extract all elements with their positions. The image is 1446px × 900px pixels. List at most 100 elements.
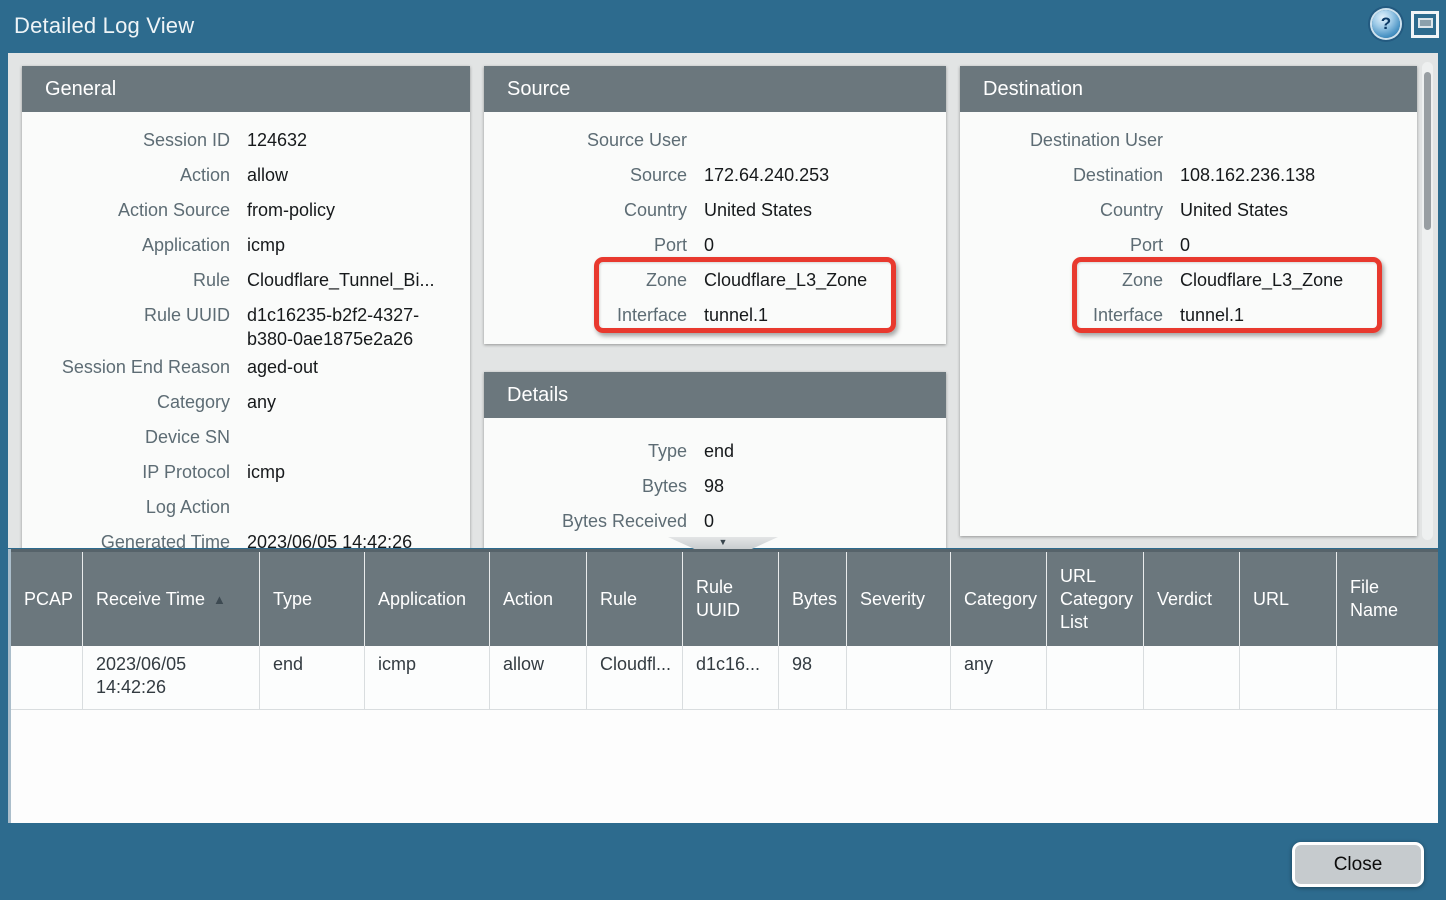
field-label: Destination User <box>960 128 1163 152</box>
column-header-label: Severity <box>860 588 925 611</box>
field-label: Application <box>22 233 230 257</box>
field-label: Country <box>960 198 1163 222</box>
field-row-application: Application icmp <box>22 229 470 264</box>
field-label: Log Action <box>22 495 230 519</box>
panel-source: Source Source User Source 172.64.240.253… <box>484 66 946 344</box>
field-row-source-user: Source User <box>484 124 946 159</box>
field-value: any <box>247 390 470 414</box>
field-value: aged-out <box>247 355 470 379</box>
column-header-label: Category <box>964 588 1037 611</box>
column-header-rule[interactable]: Rule <box>587 552 683 646</box>
column-header-file-name[interactable]: File Name <box>1337 552 1438 646</box>
panel-destination-header: Destination <box>960 66 1417 112</box>
help-glyph: ? <box>1381 14 1391 34</box>
detail-panels-area: General Session ID 124632 Action allow A… <box>8 53 1438 548</box>
column-header-url-category-list[interactable]: URL Category List <box>1047 552 1144 646</box>
column-header-label: PCAP <box>24 588 73 611</box>
field-row-category: Category any <box>22 386 470 421</box>
cell-rule-uuid: d1c16... <box>683 646 779 710</box>
column-header-pcap[interactable]: PCAP <box>11 552 83 646</box>
vertical-scrollbar[interactable] <box>1422 62 1433 540</box>
field-row-bytes-received: Bytes Received 0 <box>484 505 946 540</box>
column-header-label: File Name <box>1350 576 1432 622</box>
field-label: Interface <box>484 303 687 327</box>
field-label: Country <box>484 198 687 222</box>
cell-action: allow <box>490 646 587 710</box>
column-header-label: Action <box>503 588 553 611</box>
field-label: Session ID <box>22 128 230 152</box>
panel-general-title: General <box>45 78 116 101</box>
panel-source-title: Source <box>507 78 570 101</box>
cell-rule: Cloudfl... <box>587 646 683 710</box>
field-label: Type <box>484 439 687 463</box>
column-header-verdict[interactable]: Verdict <box>1144 552 1240 646</box>
field-label: Zone <box>960 268 1163 292</box>
field-row-zone: Zone Cloudflare_L3_Zone <box>960 264 1417 299</box>
field-value: d1c16235-b2f2-4327-b380-0ae1875e2a26 <box>247 303 455 351</box>
field-row-country: Country United States <box>960 194 1417 229</box>
column-header-application[interactable]: Application <box>365 552 490 646</box>
column-header-label: Application <box>378 588 466 611</box>
field-row-ip-protocol: IP Protocol icmp <box>22 456 470 491</box>
field-row-zone: Zone Cloudflare_L3_Zone <box>484 264 946 299</box>
column-header-category[interactable]: Category <box>951 552 1047 646</box>
field-value: icmp <box>247 233 470 257</box>
cell-pcap <box>11 646 83 710</box>
field-value: Cloudflare_L3_Zone <box>704 268 946 292</box>
field-row-interface: Interface tunnel.1 <box>484 299 946 334</box>
field-row-destination: Destination 108.162.236.138 <box>960 159 1417 194</box>
field-label: Rule UUID <box>22 303 230 327</box>
close-button[interactable]: Close <box>1292 842 1424 887</box>
column-header-severity[interactable]: Severity <box>847 552 951 646</box>
field-value: 124632 <box>247 128 470 152</box>
cell-category: any <box>951 646 1047 710</box>
field-value: tunnel.1 <box>1180 303 1417 327</box>
cell-verdict <box>1144 646 1240 710</box>
column-header-url[interactable]: URL <box>1240 552 1337 646</box>
column-header-receive-time[interactable]: Receive Time ▲ <box>83 552 260 646</box>
panel-general: General Session ID 124632 Action allow A… <box>22 66 470 548</box>
column-header-label: Bytes <box>792 588 837 611</box>
field-label: Source <box>484 163 687 187</box>
field-label: Destination <box>960 163 1163 187</box>
field-value: from-policy <box>247 198 470 222</box>
field-label: Rule <box>22 268 230 292</box>
dialog-title: Detailed Log View <box>14 13 194 39</box>
table-row[interactable]: 2023/06/05 14:42:26 end icmp allow Cloud… <box>11 646 1438 710</box>
column-header-label: Verdict <box>1157 588 1212 611</box>
column-header-action[interactable]: Action <box>490 552 587 646</box>
field-row-rule-uuid: Rule UUID d1c16235-b2f2-4327-b380-0ae187… <box>22 299 470 351</box>
cell-bytes: 98 <box>779 646 847 710</box>
panel-details-header: Details <box>484 372 946 418</box>
column-header-label: Rule UUID <box>696 576 772 622</box>
field-row-port: Port 0 <box>960 229 1417 264</box>
field-label: Session End Reason <box>22 355 230 379</box>
vertical-scrollbar-thumb[interactable] <box>1424 72 1431 230</box>
cell-receive-time: 2023/06/05 14:42:26 <box>83 646 260 710</box>
field-value: 98 <box>704 474 946 498</box>
field-label: Generated Time <box>22 530 230 548</box>
panel-details-body: Type end Bytes 98 Bytes Received 0 <box>484 418 946 540</box>
window-maximize-icon[interactable] <box>1411 11 1439 38</box>
panel-destination-title: Destination <box>983 78 1083 101</box>
column-header-label: URL <box>1253 588 1289 611</box>
field-value: end <box>704 439 946 463</box>
field-value: 0 <box>704 233 946 257</box>
field-row-device-sn: Device SN <box>22 421 470 456</box>
field-label: Port <box>960 233 1163 257</box>
field-row-session-end-reason: Session End Reason aged-out <box>22 351 470 386</box>
field-value: Cloudflare_L3_Zone <box>1180 268 1417 292</box>
column-header-bytes[interactable]: Bytes <box>779 552 847 646</box>
window-maximize-icon-inner <box>1418 18 1433 28</box>
field-row-country: Country United States <box>484 194 946 229</box>
column-header-type[interactable]: Type <box>260 552 365 646</box>
cell-url <box>1240 646 1337 710</box>
field-value: United States <box>704 198 946 222</box>
sort-ascending-icon: ▲ <box>213 588 226 611</box>
field-label: Action Source <box>22 198 230 222</box>
help-icon[interactable]: ? <box>1372 10 1400 38</box>
panel-destination-body: Destination User Destination 108.162.236… <box>960 112 1417 334</box>
panel-general-header: General <box>22 66 470 112</box>
column-header-label: URL Category List <box>1060 565 1137 634</box>
column-header-rule-uuid[interactable]: Rule UUID <box>683 552 779 646</box>
